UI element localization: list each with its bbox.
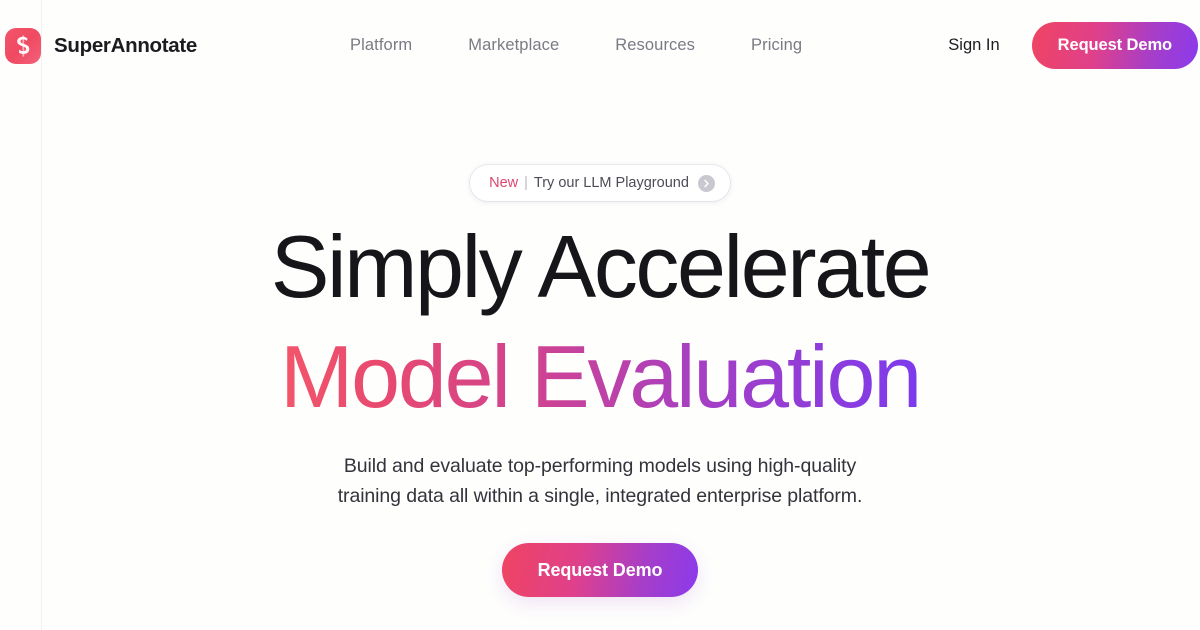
superannotate-s-logo-icon: [5, 27, 41, 64]
main-navigation: Platform Marketplace Resources Pricing: [322, 36, 830, 55]
nav-item-platform[interactable]: Platform: [322, 36, 440, 55]
announcement-text: Try our LLM Playground: [533, 175, 689, 191]
sign-in-link[interactable]: Sign In: [948, 36, 999, 55]
announcement-separator: |: [524, 175, 528, 191]
brand-logo[interactable]: SuperAnnotate: [5, 27, 198, 64]
nav-item-pricing[interactable]: Pricing: [723, 36, 830, 55]
chevron-right-circle-icon[interactable]: [697, 174, 715, 192]
nav-item-marketplace[interactable]: Marketplace: [440, 36, 587, 55]
brand-name: SuperAnnotate: [54, 33, 198, 57]
header-actions: Sign In Request Demo: [948, 22, 1200, 69]
hero-subtitle: Build and evaluate top-performing models…: [0, 451, 1200, 511]
site-header: SuperAnnotate Platform Marketplace Resou…: [0, 0, 1200, 91]
hero-request-demo-button[interactable]: Request Demo: [501, 543, 699, 597]
hero-headline-line2: Model Evaluation: [280, 327, 922, 426]
announcement-badge[interactable]: New | Try our LLM Playground: [470, 165, 730, 201]
hero-subtitle-line2: training data all within a single, integ…: [337, 485, 863, 507]
nav-item-resources[interactable]: Resources: [587, 36, 723, 55]
announcement-new-tag: New: [489, 175, 519, 191]
hero-section: New | Try our LLM Playground Simply Acce…: [0, 91, 1200, 597]
hero-headline-line1: Simply Accelerate: [270, 217, 932, 316]
hero-subtitle-line1: Build and evaluate top-performing models…: [343, 455, 857, 477]
hero-cta-wrapper: Request Demo: [0, 543, 1200, 597]
header-request-demo-button[interactable]: Request Demo: [1031, 22, 1198, 69]
